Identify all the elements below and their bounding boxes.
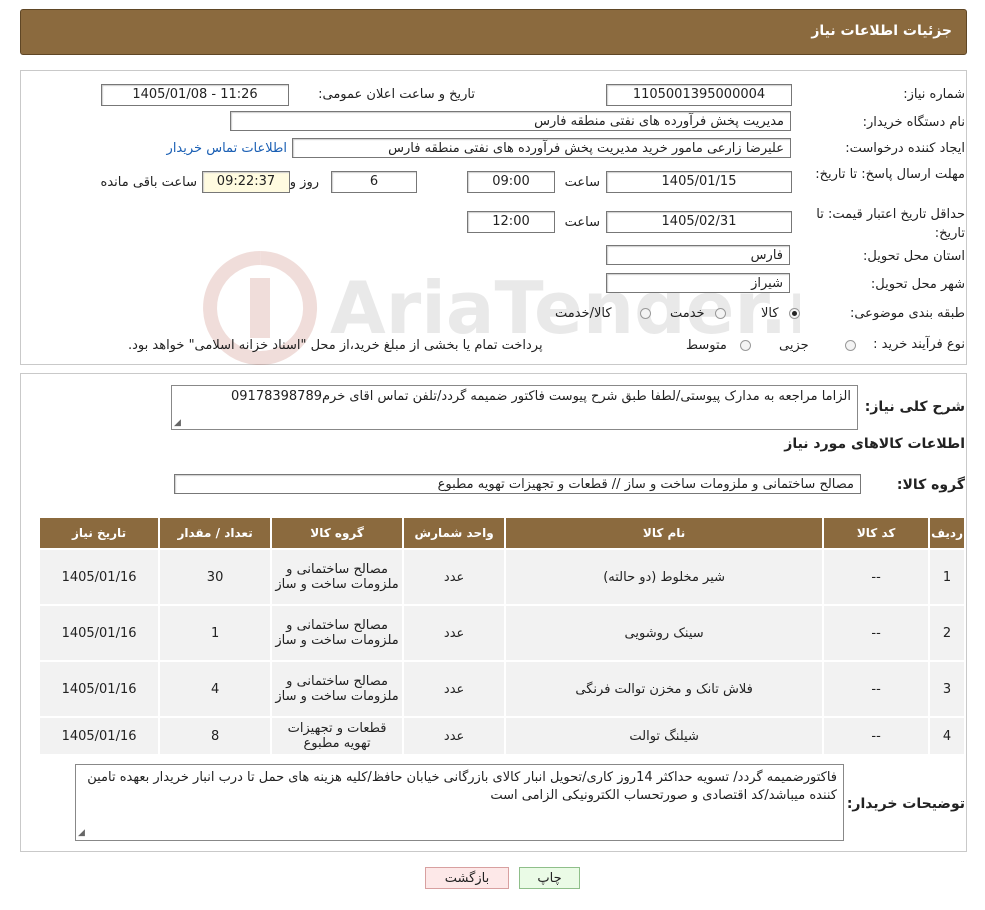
resize-grip-icon[interactable]: ◢ <box>78 828 85 838</box>
deadline-time-field: 09:00 <box>467 171 555 193</box>
deadline-date-field: 1405/01/15 <box>606 171 792 193</box>
col-code: کد کالا <box>824 518 929 548</box>
category-goods-service-label: کالا/خدمت <box>555 306 612 321</box>
col-row: ردیف <box>930 518 964 548</box>
page-header: جزئیات اطلاعات نیاز <box>20 9 967 55</box>
items-table: ردیف کد کالا نام کالا واحد شمارش گروه کا… <box>38 516 966 756</box>
need-number-field: 1105001395000004 <box>606 84 792 106</box>
goods-group-label: گروه کالا: <box>896 477 965 493</box>
validity-time-label: ساعت <box>564 215 600 230</box>
cell-date: 1405/01/16 <box>40 606 159 660</box>
page-title: جزئیات اطلاعات نیاز <box>811 23 952 39</box>
province-field: فارس <box>606 245 790 265</box>
cell-group: مصالح ساختمانی و ملزومات ساخت و ساز <box>272 606 403 660</box>
purchase-medium-label: متوسط <box>686 338 727 353</box>
col-qty: تعداد / مقدار <box>160 518 271 548</box>
table-row[interactable]: 3 -- فلاش تانک و مخزن توالت فرنگی عدد مص… <box>40 662 964 716</box>
goods-section-title: اطلاعات کالاهای مورد نیاز <box>784 436 965 452</box>
cell-unit: عدد <box>404 550 505 604</box>
cell-qty: 30 <box>160 550 271 604</box>
city-label: شهر محل تحویل: <box>870 277 965 292</box>
cell-row: 3 <box>930 662 964 716</box>
items-table-wrapper: ردیف کد کالا نام کالا واحد شمارش گروه کا… <box>38 516 966 756</box>
purchase-minor-label: جزیی <box>779 338 809 353</box>
cell-group: مصالح ساختمانی و ملزومات ساخت و ساز <box>272 662 403 716</box>
category-service-label: خدمت <box>670 306 705 321</box>
deadline-days-field: 6 <box>331 171 417 193</box>
purchase-medium-radio[interactable] <box>740 340 751 351</box>
cell-name: شیلنگ توالت <box>506 718 823 754</box>
cell-group: قطعات و تجهیزات تهویه مطبوع <box>272 718 403 754</box>
announce-datetime-field: 1405/01/08 - 11:26 <box>101 84 289 106</box>
cell-date: 1405/01/16 <box>40 718 159 754</box>
category-goods-service-radio[interactable] <box>640 308 651 319</box>
validity-date-field: 1405/02/31 <box>606 211 792 233</box>
table-row[interactable]: 2 -- سینک روشویی عدد مصالح ساختمانی و مل… <box>40 606 964 660</box>
col-group: گروه کالا <box>272 518 403 548</box>
summary-textarea[interactable]: الزاما مراجعه به مدارک پیوستی/لطفا طبق ش… <box>171 385 858 430</box>
buyer-contact-link[interactable]: اطلاعات تماس خریدار <box>167 141 287 156</box>
col-unit: واحد شمارش <box>404 518 505 548</box>
cell-row: 2 <box>930 606 964 660</box>
cell-qty: 8 <box>160 718 271 754</box>
cell-row: 1 <box>930 550 964 604</box>
table-row[interactable]: 1 -- شیر مخلوط (دو حالته) عدد مصالح ساخت… <box>40 550 964 604</box>
remaining-time-field: 09:22:37 <box>202 171 290 193</box>
payment-note: پرداخت تمام یا بخشی از مبلغ خرید،از محل … <box>128 338 543 353</box>
category-service-radio[interactable] <box>715 308 726 319</box>
need-number-label: شماره نیاز: <box>903 87 965 102</box>
buyer-notes-text: فاکتورضمیمه گردد/ تسویه حداکثر 14روز کار… <box>87 770 837 803</box>
cell-unit: عدد <box>404 606 505 660</box>
summary-label: شرح کلی نیاز: <box>864 399 965 415</box>
category-goods-label: کالا <box>761 306 779 321</box>
summary-text: الزاما مراجعه به مدارک پیوستی/لطفا طبق ش… <box>231 389 851 404</box>
resize-grip-icon[interactable]: ◢ <box>174 418 181 428</box>
table-row[interactable]: 4 -- شیلنگ توالت عدد قطعات و تجهیزات تهو… <box>40 718 964 754</box>
buyer-notes-label: توضیحات خریدار: <box>846 796 965 812</box>
category-label: طبقه بندی موضوعی: <box>849 306 965 321</box>
cell-code: -- <box>824 606 929 660</box>
deadline-time-label: ساعت <box>564 175 600 190</box>
buyer-org-label: نام دستگاه خریدار: <box>862 115 965 130</box>
buyer-notes-textarea[interactable]: فاکتورضمیمه گردد/ تسویه حداکثر 14روز کار… <box>75 764 844 841</box>
cell-date: 1405/01/16 <box>40 662 159 716</box>
cell-group: مصالح ساختمانی و ملزومات ساخت و ساز <box>272 550 403 604</box>
announce-datetime-label: تاریخ و ساعت اعلان عمومی: <box>318 87 475 102</box>
validity-label: حداقل تاریخ اعتبار قیمت: تا تاریخ: <box>816 207 965 241</box>
cell-unit: عدد <box>404 662 505 716</box>
deadline-label: مهلت ارسال پاسخ: تا تاریخ: <box>815 167 965 182</box>
col-name: نام کالا <box>506 518 823 548</box>
cell-unit: عدد <box>404 718 505 754</box>
cell-qty: 4 <box>160 662 271 716</box>
purchase-minor-radio[interactable] <box>845 340 856 351</box>
back-button[interactable]: بازگشت <box>425 867 509 889</box>
cell-code: -- <box>824 718 929 754</box>
city-field: شیراز <box>606 273 790 293</box>
cell-date: 1405/01/16 <box>40 550 159 604</box>
cell-name: سینک روشویی <box>506 606 823 660</box>
buyer-org-field: مدیریت پخش فرآورده های نفتی منطقه فارس <box>230 111 791 131</box>
print-button[interactable]: چاپ <box>519 867 580 889</box>
cell-name: شیر مخلوط (دو حالته) <box>506 550 823 604</box>
cell-qty: 1 <box>160 606 271 660</box>
requester-label: ایجاد کننده درخواست: <box>845 141 965 156</box>
province-label: استان محل تحویل: <box>863 249 965 264</box>
deadline-days-label: روز و <box>289 175 319 190</box>
goods-group-field: مصالح ساختمانی و ملزومات ساخت و ساز // ق… <box>174 474 861 494</box>
validity-time-field: 12:00 <box>467 211 555 233</box>
cell-name: فلاش تانک و مخزن توالت فرنگی <box>506 662 823 716</box>
requester-field: علیرضا زارعی مامور خرید مدیریت پخش فرآور… <box>292 138 791 158</box>
category-goods-radio[interactable] <box>789 308 800 319</box>
remaining-time-label: ساعت باقی مانده <box>100 175 197 190</box>
cell-row: 4 <box>930 718 964 754</box>
cell-code: -- <box>824 662 929 716</box>
purchase-type-label: نوع فرآیند خرید : <box>873 337 965 352</box>
cell-code: -- <box>824 550 929 604</box>
col-date: تاریخ نیاز <box>40 518 159 548</box>
items-table-header: ردیف کد کالا نام کالا واحد شمارش گروه کا… <box>40 518 964 548</box>
